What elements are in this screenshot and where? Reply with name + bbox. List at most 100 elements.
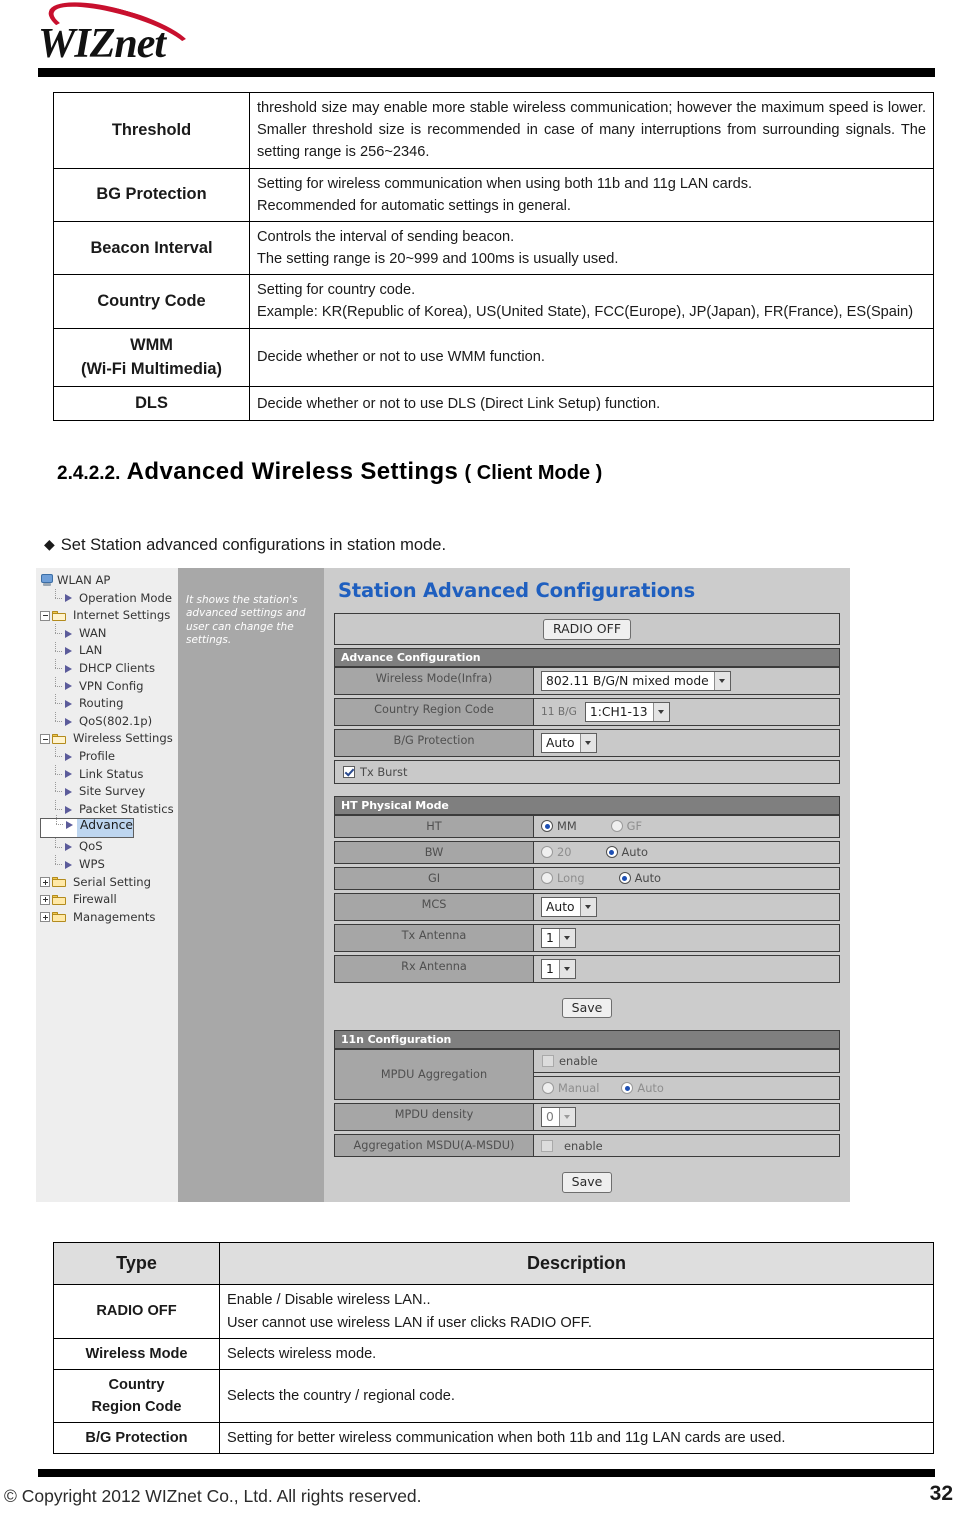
tree-connector-icon xyxy=(52,764,63,780)
mcs-select[interactable]: Auto xyxy=(541,896,597,917)
row-label: Beacon Interval xyxy=(53,220,250,276)
expand-plus-icon[interactable] xyxy=(40,912,50,923)
tree-item-wlan-ap[interactable]: WLAN AP xyxy=(40,572,178,590)
mpdu-aggregation-enable-row[interactable]: enable xyxy=(534,1049,840,1074)
row-text: The setting range is 20~999 and 100ms is… xyxy=(257,251,619,268)
bg-protection-select[interactable]: Auto xyxy=(541,732,597,753)
row-text: threshold size may enable more stable wi… xyxy=(257,100,926,161)
bw-20-radio[interactable] xyxy=(541,846,553,859)
expand-plus-icon[interactable] xyxy=(40,894,50,905)
tree-item-packet-statistics[interactable]: Packet Statistics xyxy=(40,800,178,819)
tx-burst-row[interactable]: Tx Burst xyxy=(334,759,840,784)
tree-item-vpn-config[interactable]: VPN Config xyxy=(40,676,178,696)
row-label: Wireless Mode xyxy=(53,1337,220,1370)
tree-item-internet-settings[interactable]: Internet Settings xyxy=(40,607,178,625)
expand-plus-icon[interactable] xyxy=(40,877,50,888)
ht-value-cell: MM GF xyxy=(534,814,840,838)
ht-option-mm[interactable]: MM xyxy=(541,819,577,833)
advance-configuration-band: Advance Configuration xyxy=(334,647,840,667)
tree-item-wps[interactable]: WPS xyxy=(40,855,178,874)
tree-item-site-survey[interactable]: Site Survey xyxy=(40,782,178,801)
ht-mm-radio[interactable] xyxy=(541,820,553,833)
tree-item-operation-mode[interactable]: Operation Mode xyxy=(40,588,178,608)
collapse-minus-icon[interactable] xyxy=(40,734,50,745)
mpdu-aggregation-label: MPDU Aggregation xyxy=(334,1049,534,1101)
radio-off-button[interactable]: RADIO OFF xyxy=(542,619,632,640)
tree-item-wan[interactable]: WAN xyxy=(40,624,178,643)
tree-item-label: LAN xyxy=(79,643,103,658)
ht-option-gf[interactable]: GF xyxy=(610,819,642,833)
bw-option-auto[interactable]: Auto xyxy=(605,845,648,859)
gi-option-long[interactable]: Long xyxy=(541,871,585,885)
mcs-label: MCS xyxy=(334,892,534,921)
row-text: Enable / Disable wireless LAN.. xyxy=(227,1292,431,1309)
save-button-ht[interactable]: Save xyxy=(561,997,613,1019)
country-region-code-select[interactable]: 1:CH1-13 xyxy=(584,701,670,722)
aggregation-msdu-enable-checkbox[interactable] xyxy=(541,1139,553,1152)
tree-item-label: WLAN AP xyxy=(57,573,111,587)
collapse-minus-icon[interactable] xyxy=(40,610,50,621)
tree-item-serial-setting[interactable]: Serial Setting xyxy=(40,874,178,892)
row-text: Selects the country / regional code. xyxy=(227,1387,455,1404)
tree-connector-icon xyxy=(52,712,63,727)
mpdu-option-manual[interactable]: Manual xyxy=(542,1081,599,1095)
mcs-selected-value: Auto xyxy=(546,899,575,914)
row-value: Setting for wireless communication when … xyxy=(249,167,934,222)
row-label: Country Code xyxy=(53,274,250,329)
country-region-code-label: Country Region Code xyxy=(334,697,534,726)
rx-antenna-selected-value: 1 xyxy=(546,961,554,976)
table-row: B/G Protection Setting for better wirele… xyxy=(53,1422,934,1455)
tx-antenna-select[interactable]: 1 xyxy=(541,927,576,948)
arrow-icon xyxy=(63,646,75,657)
tree-item-firewall[interactable]: Firewall xyxy=(40,891,178,909)
tree-item-profile[interactable]: Profile xyxy=(40,747,178,766)
gi-auto-radio[interactable] xyxy=(618,872,631,885)
mpdu-aggregation-enable-checkbox[interactable] xyxy=(542,1055,554,1068)
save-button-11n[interactable]: Save xyxy=(561,1172,613,1193)
arrow-icon xyxy=(63,593,75,604)
tree-item-label: WPS xyxy=(79,856,105,871)
ht-row: HT MM GF xyxy=(334,814,840,838)
tree-item-qos[interactable]: QoS xyxy=(40,837,178,856)
row-value: Selects the country / regional code. xyxy=(219,1368,934,1424)
tree-item-label: WAN xyxy=(79,625,107,640)
mpdu-auto-radio[interactable] xyxy=(621,1082,634,1095)
mpdu-manual-radio[interactable] xyxy=(542,1082,554,1095)
ht-label: HT xyxy=(334,814,534,838)
tree-item-dhcp-clients[interactable]: DHCP Clients xyxy=(40,659,178,678)
tree-item-qos-8021p[interactable]: QoS(802.1p) xyxy=(40,712,178,731)
folder-open-icon xyxy=(52,610,67,622)
mpdu-aggregation-row: MPDU Aggregation enable Manual Auto xyxy=(334,1049,840,1101)
tree-item-managements[interactable]: Managements xyxy=(40,909,178,927)
tree-item-advance[interactable]: Advance xyxy=(40,815,134,839)
aggregation-msdu-value-cell[interactable]: enable xyxy=(534,1134,840,1158)
wireless-mode-label: Wireless Mode(Infra) xyxy=(334,666,534,695)
tree-item-routing[interactable]: Routing xyxy=(40,694,178,713)
tx-burst-checkbox[interactable] xyxy=(343,765,355,778)
chevron-down-icon xyxy=(558,1108,575,1127)
table-row: Beacon Interval Controls the interval of… xyxy=(53,220,934,276)
section-heading: 2.4.2.2. Advanced Wireless Settings ( Cl… xyxy=(57,458,602,486)
bw-option-20[interactable]: 20 xyxy=(541,845,572,859)
tree-item-link-status[interactable]: Link Status xyxy=(40,764,178,784)
arrow-icon xyxy=(63,786,75,797)
row-label: WMM (Wi-Fi Multimedia) xyxy=(53,327,250,388)
gi-option-auto[interactable]: Auto xyxy=(618,871,661,885)
bw-auto-radio[interactable] xyxy=(605,846,618,859)
arrow-icon xyxy=(63,663,75,674)
chevron-down-icon xyxy=(652,702,669,721)
ht-gf-radio[interactable] xyxy=(610,820,623,833)
mpdu-density-select[interactable]: 0 xyxy=(541,1107,576,1128)
aggregation-msdu-enable-label: enable xyxy=(564,1138,603,1153)
table-header-row: Type Description xyxy=(53,1241,934,1286)
rx-antenna-select[interactable]: 1 xyxy=(541,958,576,979)
row-label-line1: WMM xyxy=(130,335,173,354)
tree-connector-icon xyxy=(52,855,63,870)
tree-item-lan[interactable]: LAN xyxy=(40,641,178,660)
tree-item-wireless-settings[interactable]: Wireless Settings xyxy=(40,730,178,748)
row-label: BG Protection xyxy=(53,167,250,222)
chevron-down-icon xyxy=(579,897,596,916)
mpdu-option-auto[interactable]: Auto xyxy=(621,1081,664,1095)
wireless-mode-select[interactable]: 802.11 B/G/N mixed mode xyxy=(541,670,731,691)
gi-long-radio[interactable] xyxy=(541,872,553,885)
